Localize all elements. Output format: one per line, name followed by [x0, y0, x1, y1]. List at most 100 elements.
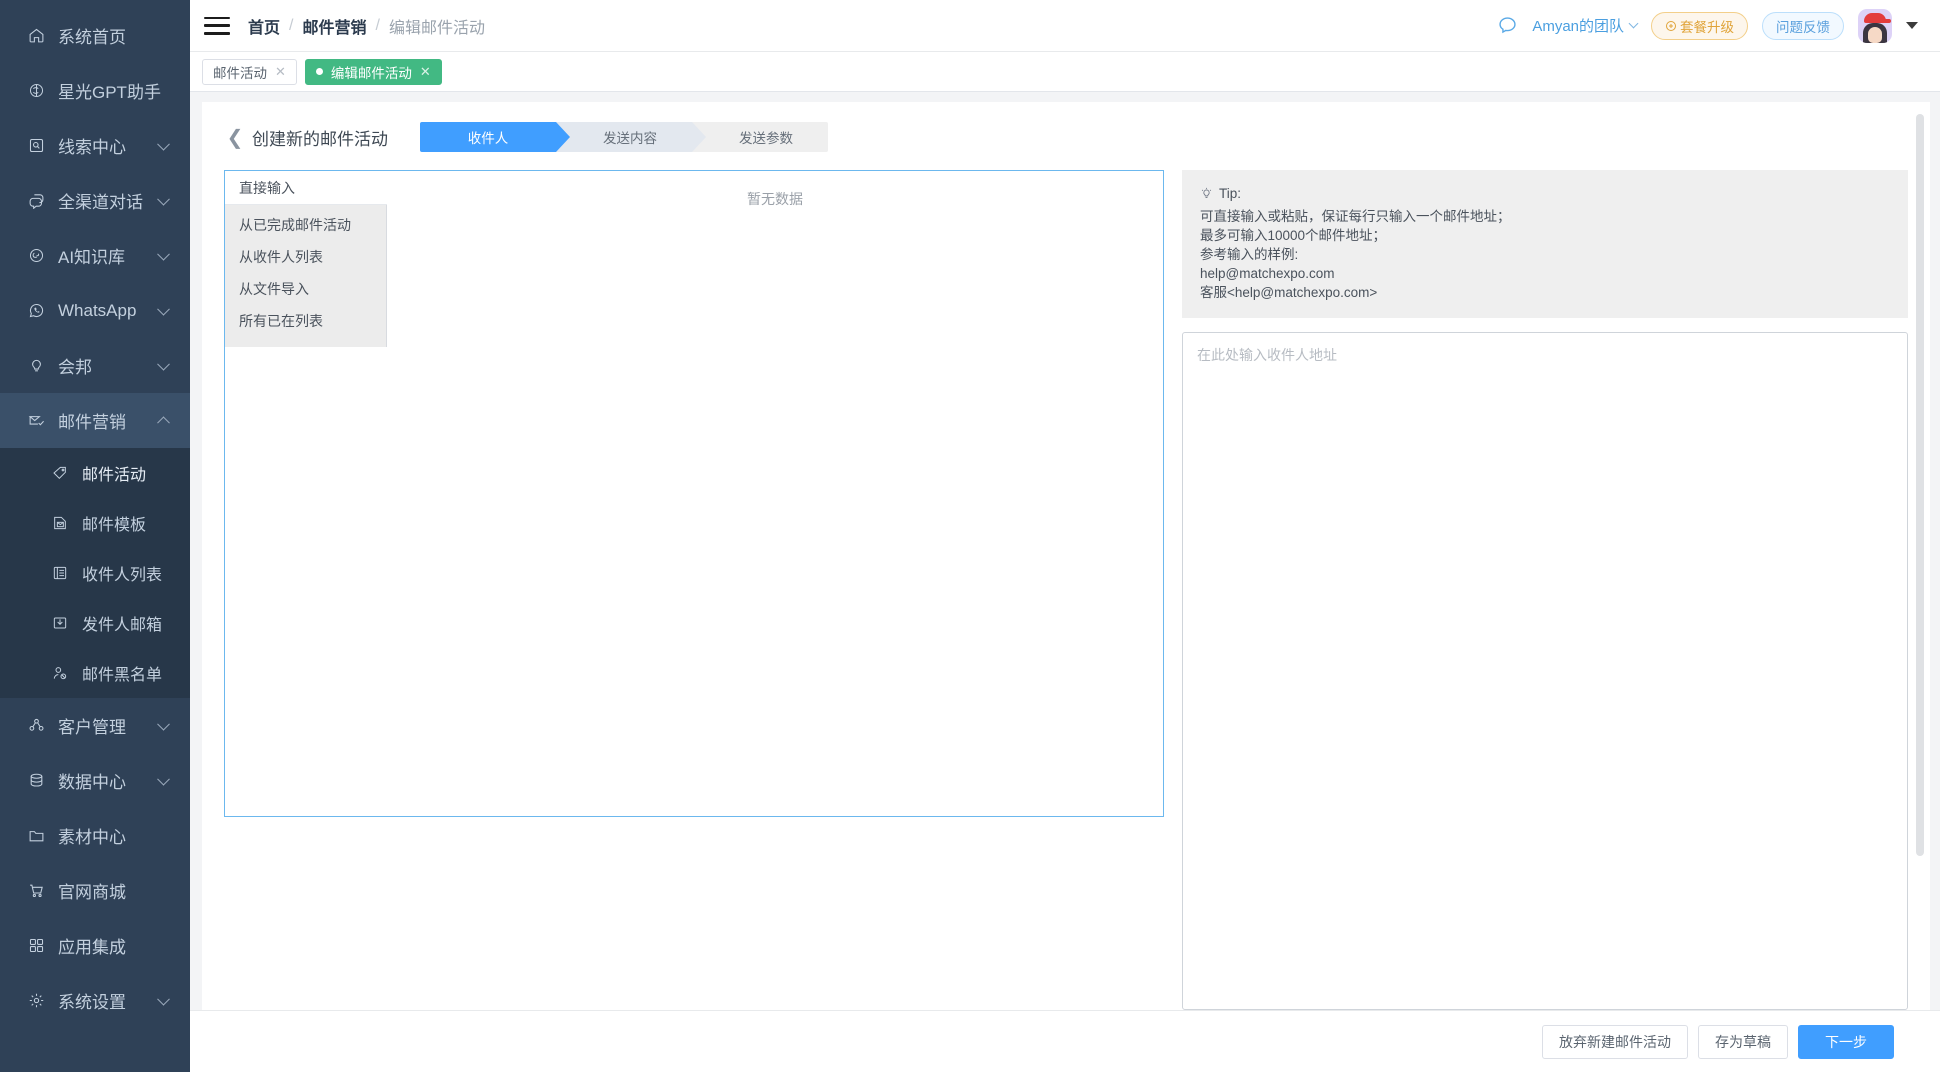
sidebar-item-sender-mailbox[interactable]: 发件人邮箱	[0, 598, 190, 648]
sidebar-subitem-label: 发件人邮箱	[82, 617, 163, 634]
sidebar-item-official-store[interactable]: 官网商城	[0, 863, 190, 918]
recipient-source-option-file-import[interactable]: 从文件导入	[225, 273, 386, 305]
sidebar-item-email-template[interactable]: 邮件模板	[0, 498, 190, 548]
lightbulb-icon	[1201, 187, 1212, 198]
breadcrumb-item-email-marketing[interactable]: 邮件营销	[302, 14, 366, 38]
chevron-up-icon	[157, 415, 170, 429]
sidebar-item-email-marketing[interactable]: 邮件营销	[0, 393, 190, 448]
sidebar-item-omnichannel[interactable]: 全渠道对话	[0, 173, 190, 228]
inbox-icon	[52, 615, 78, 631]
sidebar-item-material-center[interactable]: 素材中心	[0, 808, 190, 863]
panel-scrollbar-thumb[interactable]	[1916, 114, 1924, 856]
sidebar-item-data-center[interactable]: 数据中心	[0, 753, 190, 808]
footer-actions: 放弃新建邮件活动 存为草稿 下一步	[190, 1010, 1940, 1072]
avatar[interactable]	[1858, 8, 1892, 43]
avatar-face	[1868, 26, 1882, 43]
sidebar-submenu-email-marketing: 邮件活动 邮件模板 收件人列表 发件人邮箱 邮件黑名单	[0, 448, 190, 698]
panel-scrollbar-track[interactable]	[1916, 102, 1930, 1010]
step-content[interactable]: 发送内容	[556, 122, 706, 152]
tip-line: 最多可输入10000个邮件地址；	[1200, 228, 1387, 243]
tip-panel: Tip: 可直接输入或粘贴，保证每行只输入一个邮件地址； 最多可输入10000个…	[1182, 170, 1908, 318]
tab-email-campaign[interactable]: 邮件活动 ✕	[202, 58, 297, 85]
clue-icon	[28, 137, 54, 154]
sidebar-item-label: 邮件营销	[58, 413, 126, 432]
sidebar-item-label: 星光GPT助手	[58, 83, 161, 102]
recipient-input-column: Tip: 可直接输入或粘贴，保证每行只输入一个邮件地址； 最多可输入10000个…	[1182, 170, 1908, 1010]
step-recipients[interactable]: 收件人	[420, 122, 570, 152]
breadcrumb-separator: /	[375, 16, 380, 34]
page-title: 创建新的邮件活动	[252, 129, 388, 149]
tab-edit-email-campaign[interactable]: 编辑邮件活动 ✕	[304, 58, 442, 85]
sidebar-item-email-blacklist[interactable]: 邮件黑名单	[0, 648, 190, 698]
chevron-down-icon	[157, 302, 170, 316]
chevron-down-icon	[157, 247, 170, 261]
hamburger-icon[interactable]	[204, 16, 230, 35]
sidebar-subitem-label: 邮件活动	[82, 467, 147, 484]
sidebar-item-label: 客户管理	[58, 718, 126, 737]
sidebar-item-huibang[interactable]: 会邦	[0, 338, 190, 393]
sidebar-item-clue[interactable]: 线索中心	[0, 118, 190, 173]
sidebar-item-system-settings[interactable]: 系统设置	[0, 973, 190, 1028]
chat-icon	[28, 192, 54, 209]
breadcrumb: 首页 / 邮件营销 / 编辑邮件活动	[248, 14, 485, 38]
whatsapp-icon	[28, 302, 54, 319]
empty-state-text: 暂无数据	[747, 191, 803, 207]
breadcrumb-separator: /	[289, 16, 294, 34]
tab-label: 邮件活动	[213, 65, 267, 81]
discard-campaign-button[interactable]: 放弃新建邮件活动	[1542, 1024, 1688, 1059]
recipient-source-dropdown: 从已完成邮件活动 从收件人列表 从文件导入 所有已在列表	[225, 205, 387, 347]
recipient-source-option-recipient-list[interactable]: 从收件人列表	[225, 241, 386, 273]
breadcrumb-item-current: 编辑邮件活动	[388, 19, 485, 37]
chevron-down-icon	[157, 192, 170, 206]
sidebar-item-gpt[interactable]: 星光GPT助手	[0, 63, 190, 118]
tip-header: Tip:	[1200, 184, 1890, 203]
sidebar-item-customer-management[interactable]: 客户管理	[0, 698, 190, 753]
breadcrumb-item-home[interactable]: 首页	[248, 14, 280, 38]
chevron-down-icon	[157, 717, 170, 731]
team-selector[interactable]: Amyan的团队	[1532, 15, 1639, 36]
apps-icon	[28, 937, 54, 954]
close-icon[interactable]: ✕	[275, 65, 286, 78]
chevron-down-icon	[157, 992, 170, 1006]
close-icon[interactable]: ✕	[420, 65, 431, 78]
recipient-source-option-all-in-list[interactable]: 所有已在列表	[225, 305, 386, 337]
wizard-body: 直接输入 从已完成邮件活动 从收件人列表 从文件导入 所有已在列表 暂无数据 T…	[202, 152, 1930, 1010]
gear-icon	[28, 992, 54, 1009]
sidebar-item-label: 数据中心	[58, 773, 126, 792]
sidebar-item-email-campaign[interactable]: 邮件活动	[0, 448, 190, 498]
tab-label: 编辑邮件活动	[330, 65, 412, 81]
tip-line: 可直接输入或粘贴，保证每行只输入一个邮件地址；	[1200, 209, 1511, 224]
sidebar: 系统首页 星光GPT助手 线索中心 全渠道对话 AI知识库 WhatsApp 会…	[0, 0, 190, 1072]
recipient-address-input[interactable]: 在此处输入收件人地址	[1182, 332, 1908, 1010]
save-draft-button[interactable]: 存为草稿	[1698, 1024, 1788, 1059]
page-header: ❮ 创建新的邮件活动 收件人 发送内容 发送参数	[202, 102, 1930, 152]
next-step-button[interactable]: 下一步	[1798, 1024, 1894, 1059]
cart-icon	[28, 882, 54, 899]
step-label: 收件人	[467, 131, 509, 146]
top-header: 首页 / 邮件营销 / 编辑邮件活动 Amyan的团队 套餐升级 问题反馈	[190, 0, 1940, 52]
recipient-source-option-completed-campaign[interactable]: 从已完成邮件活动	[225, 209, 386, 241]
sidebar-item-label: 素材中心	[58, 828, 126, 847]
upgrade-button[interactable]: 套餐升级	[1651, 11, 1748, 40]
step-label: 发送内容	[603, 131, 657, 146]
sidebar-item-whatsapp[interactable]: WhatsApp	[0, 283, 190, 338]
sidebar-item-recipient-list[interactable]: 收件人列表	[0, 548, 190, 598]
sidebar-item-label: 会邦	[58, 358, 92, 377]
header-actions: Amyan的团队 套餐升级 问题反馈	[1497, 8, 1918, 43]
recipient-card: 直接输入 从已完成邮件活动 从收件人列表 从文件导入 所有已在列表 暂无数据	[224, 170, 1164, 817]
sidebar-item-app-integration[interactable]: 应用集成	[0, 918, 190, 973]
bulb-icon	[28, 357, 54, 374]
feedback-button[interactable]: 问题反馈	[1762, 11, 1844, 40]
sidebar-item-label: 应用集成	[58, 938, 126, 957]
caret-down-icon[interactable]	[1906, 22, 1918, 29]
message-bubble-icon[interactable]	[1497, 15, 1518, 36]
sidebar-item-home[interactable]: 系统首页	[0, 8, 190, 63]
recipient-source-menu: 直接输入 从已完成邮件活动 从收件人列表 从文件导入 所有已在列表	[225, 171, 387, 816]
recipient-source-selected[interactable]: 直接输入	[225, 171, 387, 205]
sidebar-item-ai-kb[interactable]: AI知识库	[0, 228, 190, 283]
step-parameters[interactable]: 发送参数	[692, 122, 828, 152]
app-root: 系统首页 星光GPT助手 线索中心 全渠道对话 AI知识库 WhatsApp 会…	[0, 0, 1940, 1072]
step-arrow-icon	[556, 122, 570, 152]
chevron-left-icon[interactable]: ❮	[224, 126, 246, 149]
step-label: 发送参数	[739, 131, 793, 146]
